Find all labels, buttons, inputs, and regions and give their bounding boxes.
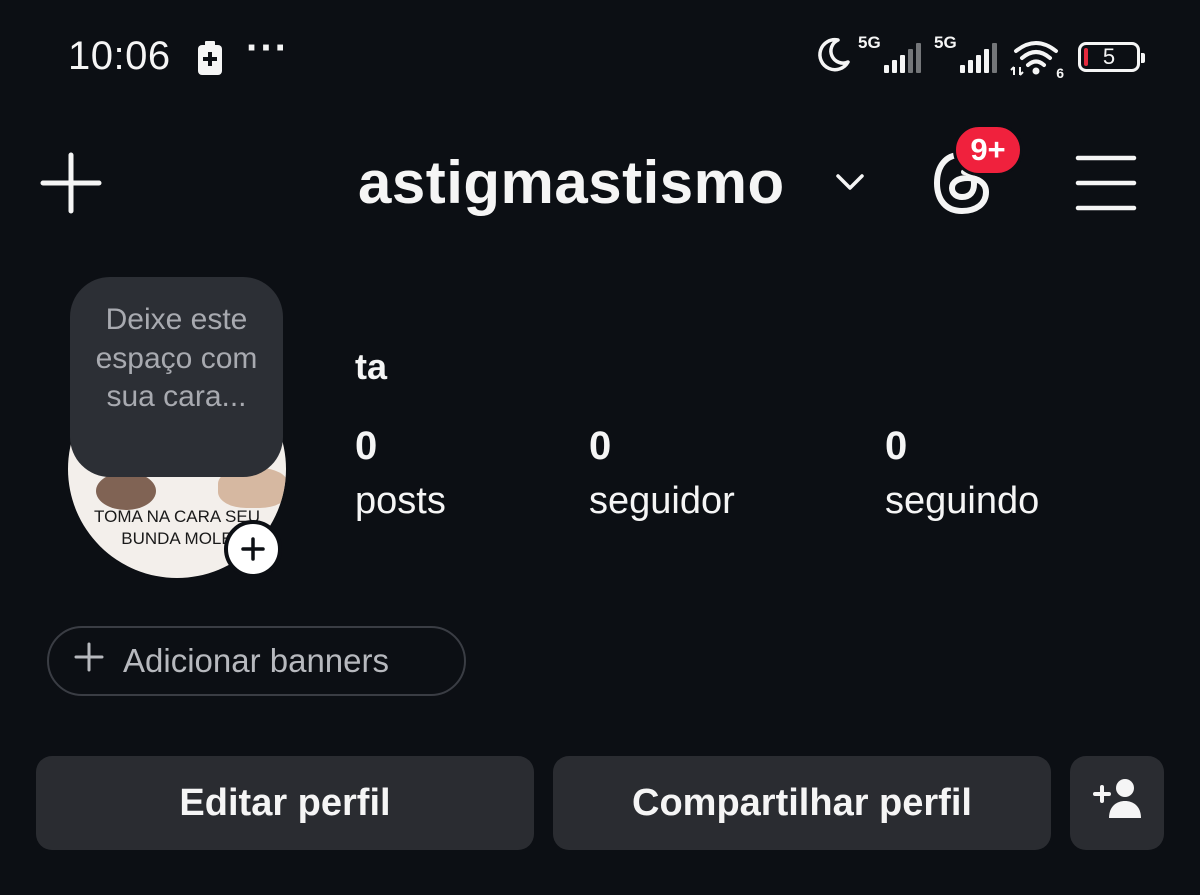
do-not-disturb-moon-icon xyxy=(814,36,852,79)
avatar-image-dog xyxy=(96,472,156,510)
discover-people-button[interactable] xyxy=(1070,756,1164,850)
followers-label: seguidor xyxy=(589,480,735,522)
followers-count: 0 xyxy=(589,424,612,468)
status-time: 10:06 xyxy=(68,34,171,78)
battery-icon: 5 xyxy=(1078,42,1145,72)
plus-icon xyxy=(73,641,105,681)
username-title[interactable]: astigmastismo xyxy=(358,148,785,217)
chevron-down-icon[interactable] xyxy=(835,172,865,197)
posts-count: 0 xyxy=(355,424,378,468)
add-banners-label: Adicionar banners xyxy=(123,642,389,679)
wifi-badge: 6 xyxy=(1056,65,1064,81)
profile-name: ta xyxy=(355,346,388,387)
menu-hamburger-icon[interactable] xyxy=(1075,155,1137,216)
add-person-icon xyxy=(1091,776,1143,830)
more-notifications-icon: ··· xyxy=(246,26,289,70)
share-profile-button[interactable]: Compartilhar perfil xyxy=(553,756,1051,850)
cellular-signal-icon-2: 5G xyxy=(934,33,1004,73)
posts-label: posts xyxy=(355,480,446,522)
edit-profile-button[interactable]: Editar perfil xyxy=(36,756,534,850)
stat-followers[interactable]: 0 seguidor xyxy=(589,420,735,530)
add-story-plus-icon[interactable] xyxy=(224,520,282,578)
battery-saver-icon xyxy=(196,40,224,81)
stat-following[interactable]: 0 seguindo xyxy=(885,420,1039,530)
wifi-icon: 6 xyxy=(1010,37,1064,81)
create-plus-icon[interactable] xyxy=(40,152,102,219)
following-label: seguindo xyxy=(885,480,1040,522)
following-count: 0 xyxy=(885,424,908,468)
note-bubble[interactable]: Deixe este espaço com sua cara... xyxy=(70,277,283,477)
status-icons: 5G 5G 6 5 xyxy=(814,33,1145,81)
add-banners-button[interactable]: Adicionar banners xyxy=(47,626,466,696)
stat-posts[interactable]: 0 posts xyxy=(355,420,446,530)
cellular-signal-icon-1: 5G xyxy=(858,33,928,73)
notification-badge: 9+ xyxy=(953,124,1023,176)
